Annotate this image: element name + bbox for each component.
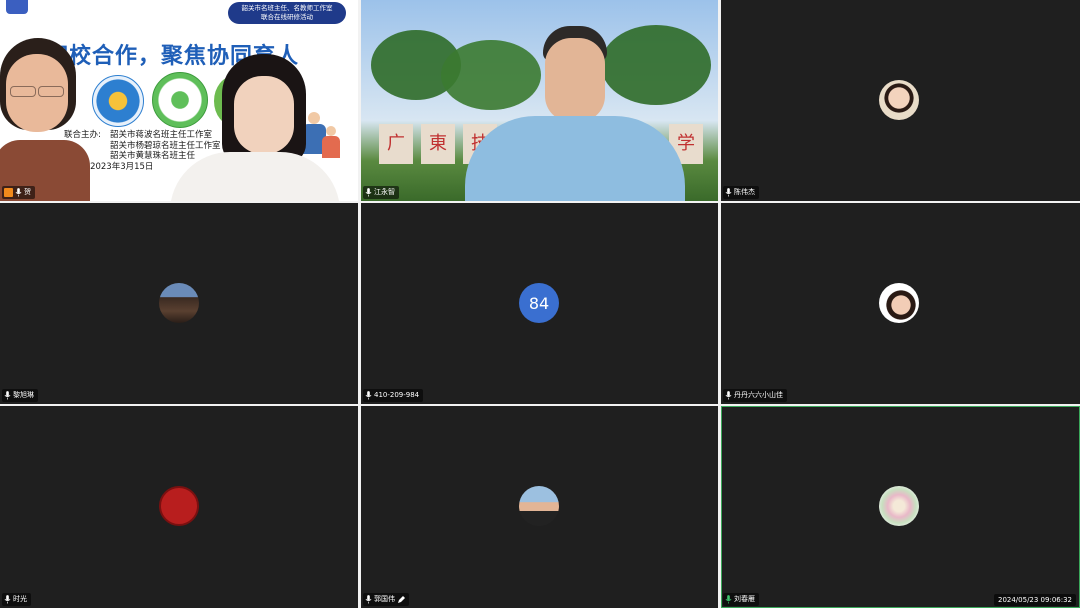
participant-tile[interactable]: 黎旭琳	[0, 203, 358, 404]
participant-tile-active[interactable]: 刘春雁 2024/05/23 09:06:32	[721, 406, 1080, 608]
participant-name: 贺	[24, 188, 31, 196]
participant-name: 江永智	[374, 188, 395, 196]
slide-badge: 韶关市名班主任、名教师工作室 联合在线研修活动	[228, 2, 346, 24]
participant-tile[interactable]: 广 東 技 学 江永智	[361, 0, 718, 201]
participant-tile[interactable]: 郭国伟	[361, 406, 718, 608]
participant-avatar	[879, 486, 919, 526]
participant-name: 郭国伟	[374, 595, 395, 603]
participant-avatar	[159, 486, 199, 526]
participant-tile[interactable]: 84 410-209-984	[361, 203, 718, 404]
participant-tile[interactable]: 时光	[0, 406, 358, 608]
participant-name-tag: 江永智	[363, 186, 399, 199]
participant-name: 刘春雁	[734, 595, 755, 603]
school-logo	[92, 75, 144, 127]
participant-name-tag: 黎旭琳	[2, 389, 38, 402]
microphone-icon	[4, 595, 11, 604]
participant-avatar	[879, 80, 919, 120]
participant-name-tag: 陈伟杰	[723, 186, 759, 199]
participant-tile[interactable]: 韶关市名班主任、名教师工作室 联合在线研修活动 家校合作，聚焦协同育人 联合主办…	[0, 0, 358, 201]
participant-tile[interactable]: 丹丹六六小山佳	[721, 203, 1080, 404]
participant-avatar	[519, 486, 559, 526]
participant-name-tag: 贺	[2, 186, 35, 199]
webcam-person-left	[0, 32, 90, 201]
participant-name: 410-209-984	[374, 391, 420, 399]
badge-line: 韶关市名班主任、名教师工作室	[241, 4, 333, 12]
participant-name-tag: 410-209-984	[363, 389, 424, 402]
webcam-person	[455, 24, 685, 201]
participant-name-tag: 郭国伟	[363, 593, 409, 606]
number-avatar: 84	[519, 283, 559, 323]
pencil-icon[interactable]	[397, 595, 405, 604]
participant-name: 黎旭琳	[13, 391, 34, 399]
microphone-icon	[365, 188, 372, 197]
participant-name: 陈伟杰	[734, 188, 755, 196]
microphone-icon	[725, 188, 732, 197]
participant-name: 丹丹六六小山佳	[734, 391, 783, 399]
microphone-icon	[365, 391, 372, 400]
microphone-icon	[725, 391, 732, 400]
participant-avatar	[159, 283, 199, 323]
participant-avatar	[879, 283, 919, 323]
participant-tile[interactable]: 陈伟杰	[721, 0, 1080, 201]
video-grid: 韶关市名班主任、名教师工作室 联合在线研修活动 家校合作，聚焦协同育人 联合主办…	[0, 0, 1080, 608]
slide-ribbon	[6, 0, 28, 14]
microphone-icon	[4, 391, 11, 400]
participant-name-tag: 刘春雁	[723, 593, 759, 606]
host-icon	[4, 188, 13, 197]
microphone-icon	[365, 595, 372, 604]
microphone-icon	[725, 595, 732, 604]
participant-name-tag: 丹丹六六小山佳	[723, 389, 787, 402]
microphone-icon	[15, 188, 22, 197]
participant-name-tag: 时光	[2, 593, 31, 606]
time-value: 2023年3月15日	[90, 161, 154, 172]
webcam-person-center	[160, 54, 340, 201]
participant-name: 时光	[13, 595, 27, 603]
badge-line: 联合在线研修活动	[261, 13, 313, 21]
meeting-timestamp: 2024/05/23 09:06:32	[993, 594, 1076, 606]
